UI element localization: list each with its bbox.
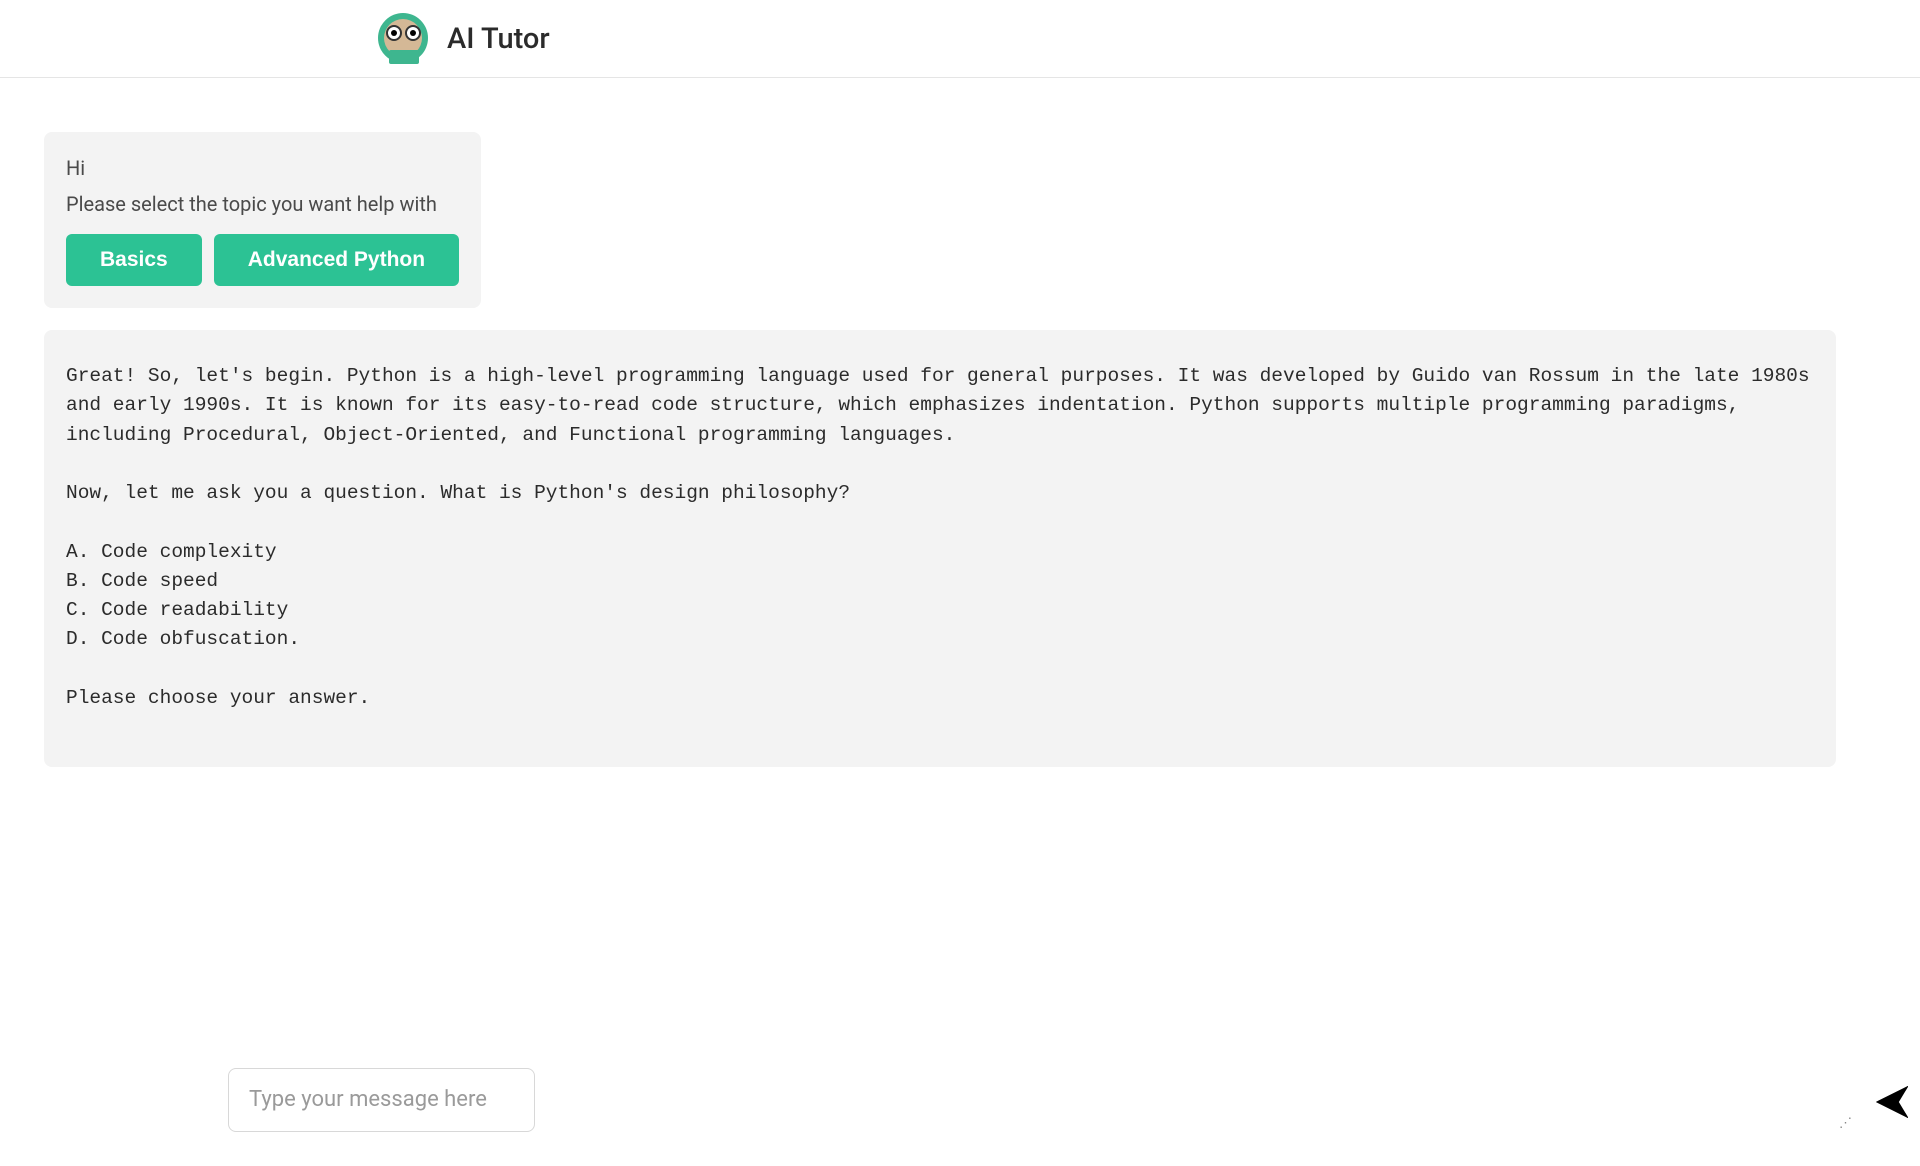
advanced-python-button[interactable]: Advanced Python [214, 234, 459, 286]
greeting-hi: Hi [66, 156, 459, 180]
header: AI Tutor [0, 0, 1920, 78]
input-bar: ⋰ [228, 1068, 1912, 1136]
resize-handle-icon: ⋰ [1839, 1117, 1852, 1130]
input-wrapper: ⋰ [228, 1068, 1858, 1136]
topic-buttons: Basics Advanced Python [66, 234, 459, 286]
basics-button[interactable]: Basics [66, 234, 202, 286]
send-button[interactable] [1872, 1082, 1912, 1122]
send-icon [1876, 1086, 1908, 1118]
message-input[interactable] [228, 1068, 535, 1132]
ai-response-message: Great! So, let's begin. Python is a high… [44, 330, 1836, 767]
chat-area: Hi Please select the topic you want help… [0, 78, 1920, 767]
app-title: AI Tutor [447, 22, 550, 56]
greeting-select-prompt: Please select the topic you want help wi… [66, 192, 459, 216]
greeting-message: Hi Please select the topic you want help… [44, 132, 481, 308]
owl-logo-icon [376, 11, 431, 66]
